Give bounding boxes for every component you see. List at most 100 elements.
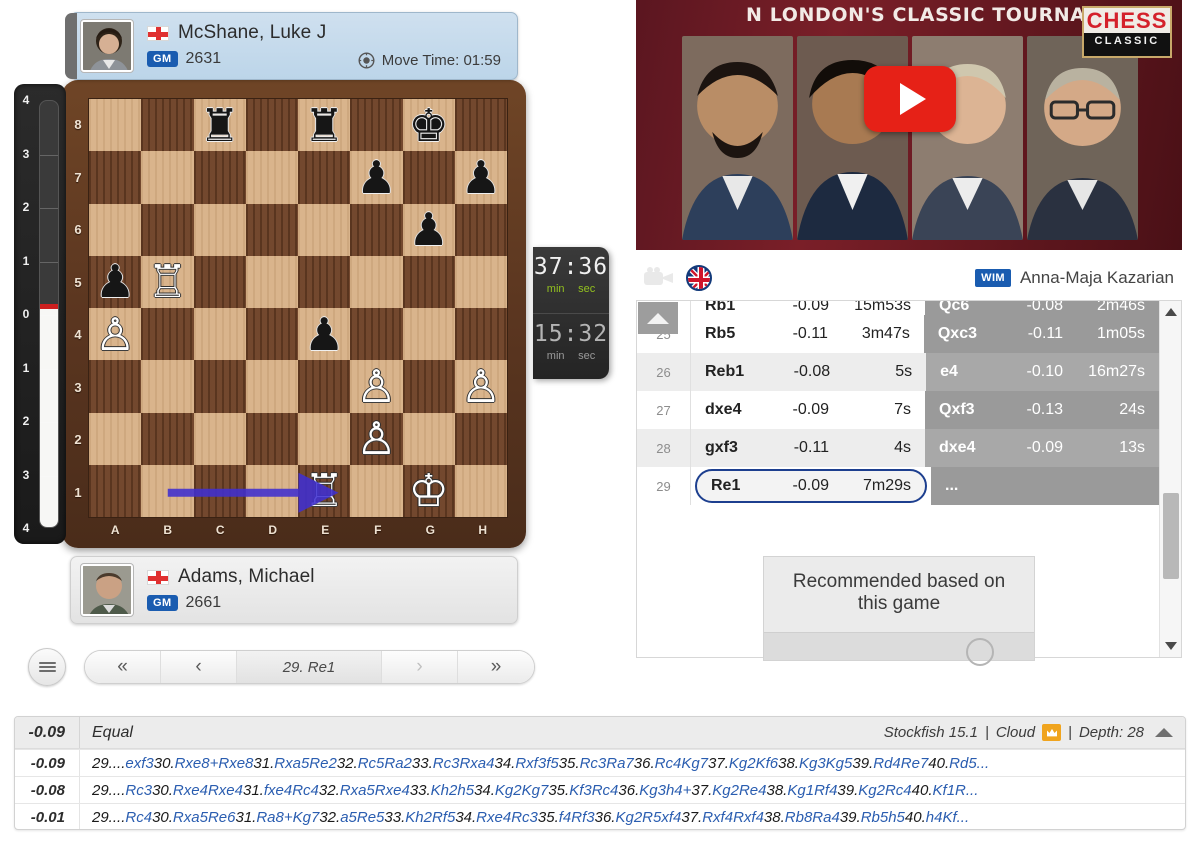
black-move-cell[interactable]: dxe4 -0.09 13s	[925, 429, 1159, 467]
scrollbar-down-button[interactable]	[1160, 635, 1182, 657]
move-list-scrollbar[interactable]	[1159, 301, 1181, 657]
scrollbar-up-button[interactable]	[1160, 301, 1181, 323]
square-b3[interactable]	[141, 360, 194, 413]
square-f7[interactable]: ♟	[350, 151, 403, 204]
piece-b5[interactable]: ♖	[141, 256, 193, 308]
square-f4[interactable]	[350, 308, 403, 361]
square-h8[interactable]	[454, 99, 507, 152]
square-e4[interactable]: ♟	[298, 308, 351, 361]
square-e3[interactable]	[298, 360, 351, 413]
youtube-play-button[interactable]	[864, 66, 956, 132]
square-d1[interactable]	[245, 464, 298, 517]
move-row-26[interactable]: 26 Reb1 -0.08 5s e4 -0.10 16m27s	[637, 353, 1159, 391]
black-move-cell[interactable]: Qxf3 -0.13 24s	[925, 391, 1159, 429]
square-c4[interactable]	[193, 308, 246, 361]
piece-e8[interactable]: ♜	[298, 99, 350, 151]
video-player[interactable]: N LONDON'S CLASSIC TOURNAMENT CHESS CLAS…	[636, 0, 1182, 250]
square-a7[interactable]	[89, 151, 142, 204]
square-f8[interactable]	[350, 99, 403, 152]
square-d5[interactable]	[245, 255, 298, 308]
video-camera-icon[interactable]	[642, 266, 676, 290]
square-a2[interactable]	[89, 412, 142, 465]
move-row-24[interactable]: 24Rb1-0.0915m53sQc6-0.082m46s	[637, 301, 1159, 315]
piece-f2[interactable]: ♙	[350, 413, 402, 465]
square-b7[interactable]	[141, 151, 194, 204]
white-move-cell[interactable]: Rb5 -0.11 3m47s	[691, 315, 924, 353]
square-e8[interactable]: ♜	[298, 99, 351, 152]
square-b6[interactable]	[141, 203, 194, 256]
move-row-25[interactable]: 25 Rb5 -0.11 3m47s Qxc3 -0.11 1m05s	[637, 315, 1159, 353]
square-f1[interactable]	[350, 464, 403, 517]
square-c3[interactable]	[193, 360, 246, 413]
square-c1[interactable]	[193, 464, 246, 517]
square-b8[interactable]	[141, 99, 194, 152]
square-h3[interactable]: ♙	[454, 360, 507, 413]
piece-h7[interactable]: ♟	[455, 151, 507, 203]
square-d6[interactable]	[245, 203, 298, 256]
piece-h3[interactable]: ♙	[455, 360, 507, 412]
square-a4[interactable]: ♙	[89, 308, 142, 361]
flag-uk-icon[interactable]	[686, 265, 712, 291]
square-h1[interactable]	[454, 464, 507, 517]
square-a1[interactable]	[89, 464, 142, 517]
square-h5[interactable]	[454, 255, 507, 308]
scroll-to-top-button[interactable]	[638, 302, 678, 334]
black-move-cell[interactable]: e4 -0.10 16m27s	[926, 353, 1159, 391]
square-b5[interactable]: ♖	[141, 255, 194, 308]
move-row-27[interactable]: 27 dxe4 -0.09 7s Qxf3 -0.13 24s	[637, 391, 1159, 429]
piece-e4[interactable]: ♟	[298, 308, 350, 360]
piece-a4[interactable]: ♙	[89, 308, 141, 360]
next-move-button[interactable]: ›	[382, 651, 458, 683]
square-h6[interactable]	[454, 203, 507, 256]
piece-f7[interactable]: ♟	[350, 151, 402, 203]
square-e2[interactable]	[298, 412, 351, 465]
square-c2[interactable]	[193, 412, 246, 465]
square-d8[interactable]	[245, 99, 298, 152]
recommended-card[interactable]: Recommended based on this game	[763, 556, 1035, 666]
white-move-cell[interactable]: Rb1 -0.09 15m53s	[691, 301, 925, 315]
piece-e1[interactable]: ♖	[298, 465, 350, 517]
square-f3[interactable]: ♙	[350, 360, 403, 413]
black-move-cell[interactable]: Qxc3 -0.11 1m05s	[923, 315, 1159, 353]
variation-row-1[interactable]: -0.08 29. ... Rc3 30. Rxe4 Rxe4 31. fxe4 …	[15, 776, 1185, 803]
square-f5[interactable]	[350, 255, 403, 308]
square-f6[interactable]	[350, 203, 403, 256]
piece-a5[interactable]: ♟	[89, 256, 141, 308]
player-panel-top[interactable]: McShane, Luke J GM 2631 Move Time: 01:59	[65, 12, 518, 80]
square-a3[interactable]	[89, 360, 142, 413]
square-d2[interactable]	[245, 412, 298, 465]
square-d3[interactable]	[245, 360, 298, 413]
square-d7[interactable]	[245, 151, 298, 204]
board-grid[interactable]: 8 ♜ ♜ ♚ 7 ♟ ♟ 6 ♟ 5 ♟ ♖ 4 ♙ ♟ 3 ♙ ♙ 2 ♙ 1 ♖ ♔ A B C D E F G H	[74, 98, 508, 537]
move-row-29[interactable]: 29 Re1 -0.09 7m29s...	[637, 467, 1159, 505]
white-move-cell[interactable]: Reb1 -0.08 5s	[691, 353, 927, 391]
evaluation-bar[interactable]: 4 3 2 1 0 1 2 3 4	[14, 84, 66, 544]
square-h2[interactable]	[454, 412, 507, 465]
square-f2[interactable]: ♙	[350, 412, 403, 465]
square-g7[interactable]	[402, 151, 455, 204]
last-move-button[interactable]: »	[458, 651, 534, 683]
piece-c8[interactable]: ♜	[194, 99, 246, 151]
square-g5[interactable]	[402, 255, 455, 308]
white-move-cell[interactable]: gxf3 -0.11 4s	[691, 429, 925, 467]
chess-board[interactable]: 8 ♜ ♜ ♚ 7 ♟ ♟ 6 ♟ 5 ♟ ♖ 4 ♙ ♟ 3 ♙ ♙ 2 ♙ 1 ♖ ♔ A B C D E F G H	[62, 80, 526, 548]
square-a8[interactable]	[89, 99, 142, 152]
scrollbar-thumb[interactable]	[1163, 493, 1179, 579]
piece-g6[interactable]: ♟	[403, 204, 455, 256]
square-g4[interactable]	[402, 308, 455, 361]
recommended-play-icon[interactable]	[966, 638, 994, 666]
piece-g8[interactable]: ♚	[403, 99, 455, 151]
square-b4[interactable]	[141, 308, 194, 361]
first-move-button[interactable]: «	[85, 651, 161, 683]
square-g1[interactable]: ♔	[402, 464, 455, 517]
square-c7[interactable]	[193, 151, 246, 204]
collapse-panel-button[interactable]	[1155, 728, 1173, 737]
variation-row-0[interactable]: -0.09 29. ... exf3 30. Rxe8+ Rxe8 31. Rxa…	[15, 749, 1185, 776]
square-g2[interactable]	[402, 412, 455, 465]
square-d4[interactable]	[245, 308, 298, 361]
piece-f3[interactable]: ♙	[350, 360, 402, 412]
board-menu-button[interactable]	[28, 648, 66, 686]
square-a5[interactable]: ♟	[89, 255, 142, 308]
move-row-28[interactable]: 28 gxf3 -0.11 4s dxe4 -0.09 13s	[637, 429, 1159, 467]
player-panel-bottom[interactable]: Adams, Michael GM 2661	[70, 556, 518, 624]
